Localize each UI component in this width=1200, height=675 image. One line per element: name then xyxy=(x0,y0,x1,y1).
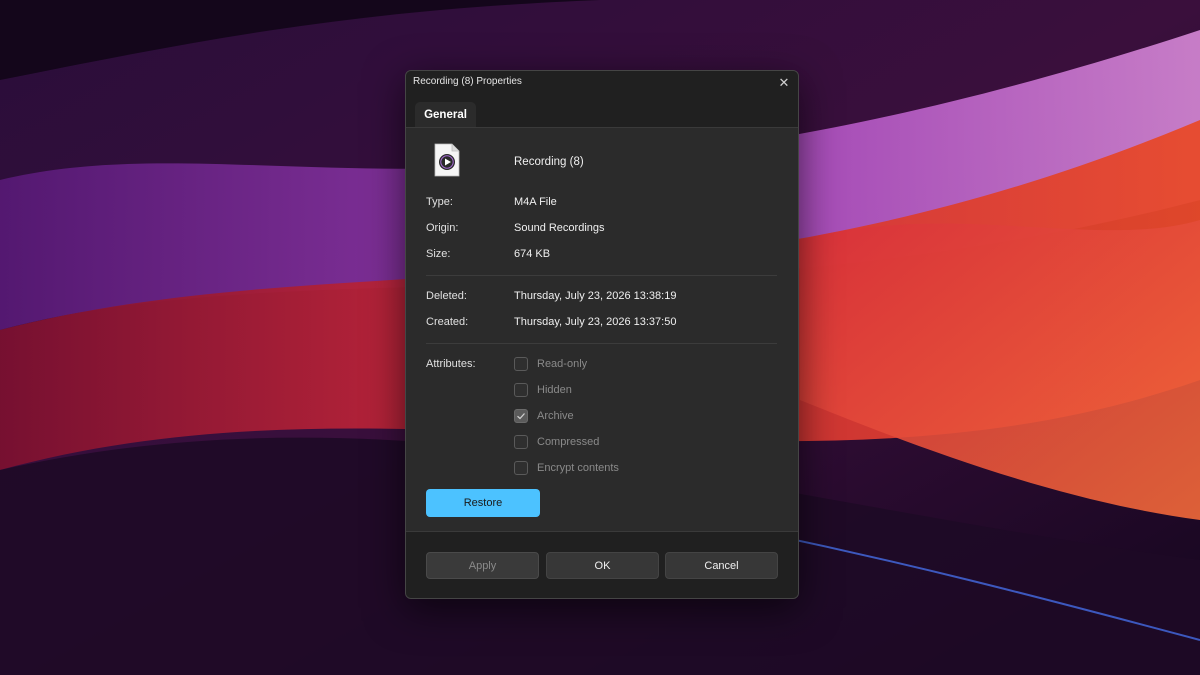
dialog-footer: Apply OK Cancel xyxy=(406,531,798,598)
created-value: Thursday, July 23, 2026 13:37:50 xyxy=(514,316,677,328)
media-file-icon xyxy=(434,143,460,177)
deleted-label: Deleted: xyxy=(426,290,467,302)
divider xyxy=(426,343,777,344)
created-label: Created: xyxy=(426,316,469,328)
encrypt-label: Encrypt contents xyxy=(537,462,619,474)
hidden-label: Hidden xyxy=(537,384,572,396)
readonly-checkbox[interactable] xyxy=(514,357,528,371)
cancel-button[interactable]: Cancel xyxy=(665,552,778,579)
tab-strip: General xyxy=(406,95,798,128)
apply-button[interactable]: Apply xyxy=(426,552,539,579)
title-bar[interactable]: Recording (8) Properties ✕ xyxy=(406,71,798,95)
divider xyxy=(426,275,777,276)
tab-general[interactable]: General xyxy=(415,102,476,127)
origin-label: Origin: xyxy=(426,222,459,234)
window-title: Recording (8) Properties xyxy=(413,76,522,87)
type-value: M4A File xyxy=(514,196,557,208)
properties-dialog: Recording (8) Properties ✕ General Recor… xyxy=(405,70,799,599)
file-name: Recording (8) xyxy=(514,156,584,168)
close-icon: ✕ xyxy=(778,75,790,90)
type-label: Type: xyxy=(426,196,453,208)
restore-button[interactable]: Restore xyxy=(426,489,540,517)
size-label: Size: xyxy=(426,248,451,260)
deleted-value: Thursday, July 23, 2026 13:38:19 xyxy=(514,290,677,302)
encrypt-checkbox[interactable] xyxy=(514,461,528,475)
archive-checkbox[interactable] xyxy=(514,409,528,423)
size-value: 674 KB xyxy=(514,248,551,260)
checkmark-icon xyxy=(517,413,525,420)
origin-value: Sound Recordings xyxy=(514,222,605,234)
compressed-checkbox[interactable] xyxy=(514,435,528,449)
hidden-checkbox[interactable] xyxy=(514,383,528,397)
archive-label: Archive xyxy=(537,410,574,422)
close-button[interactable]: ✕ xyxy=(770,71,798,95)
ok-button[interactable]: OK xyxy=(546,552,659,579)
compressed-label: Compressed xyxy=(537,436,600,448)
attributes-label: Attributes: xyxy=(426,358,476,370)
readonly-label: Read-only xyxy=(537,358,588,370)
